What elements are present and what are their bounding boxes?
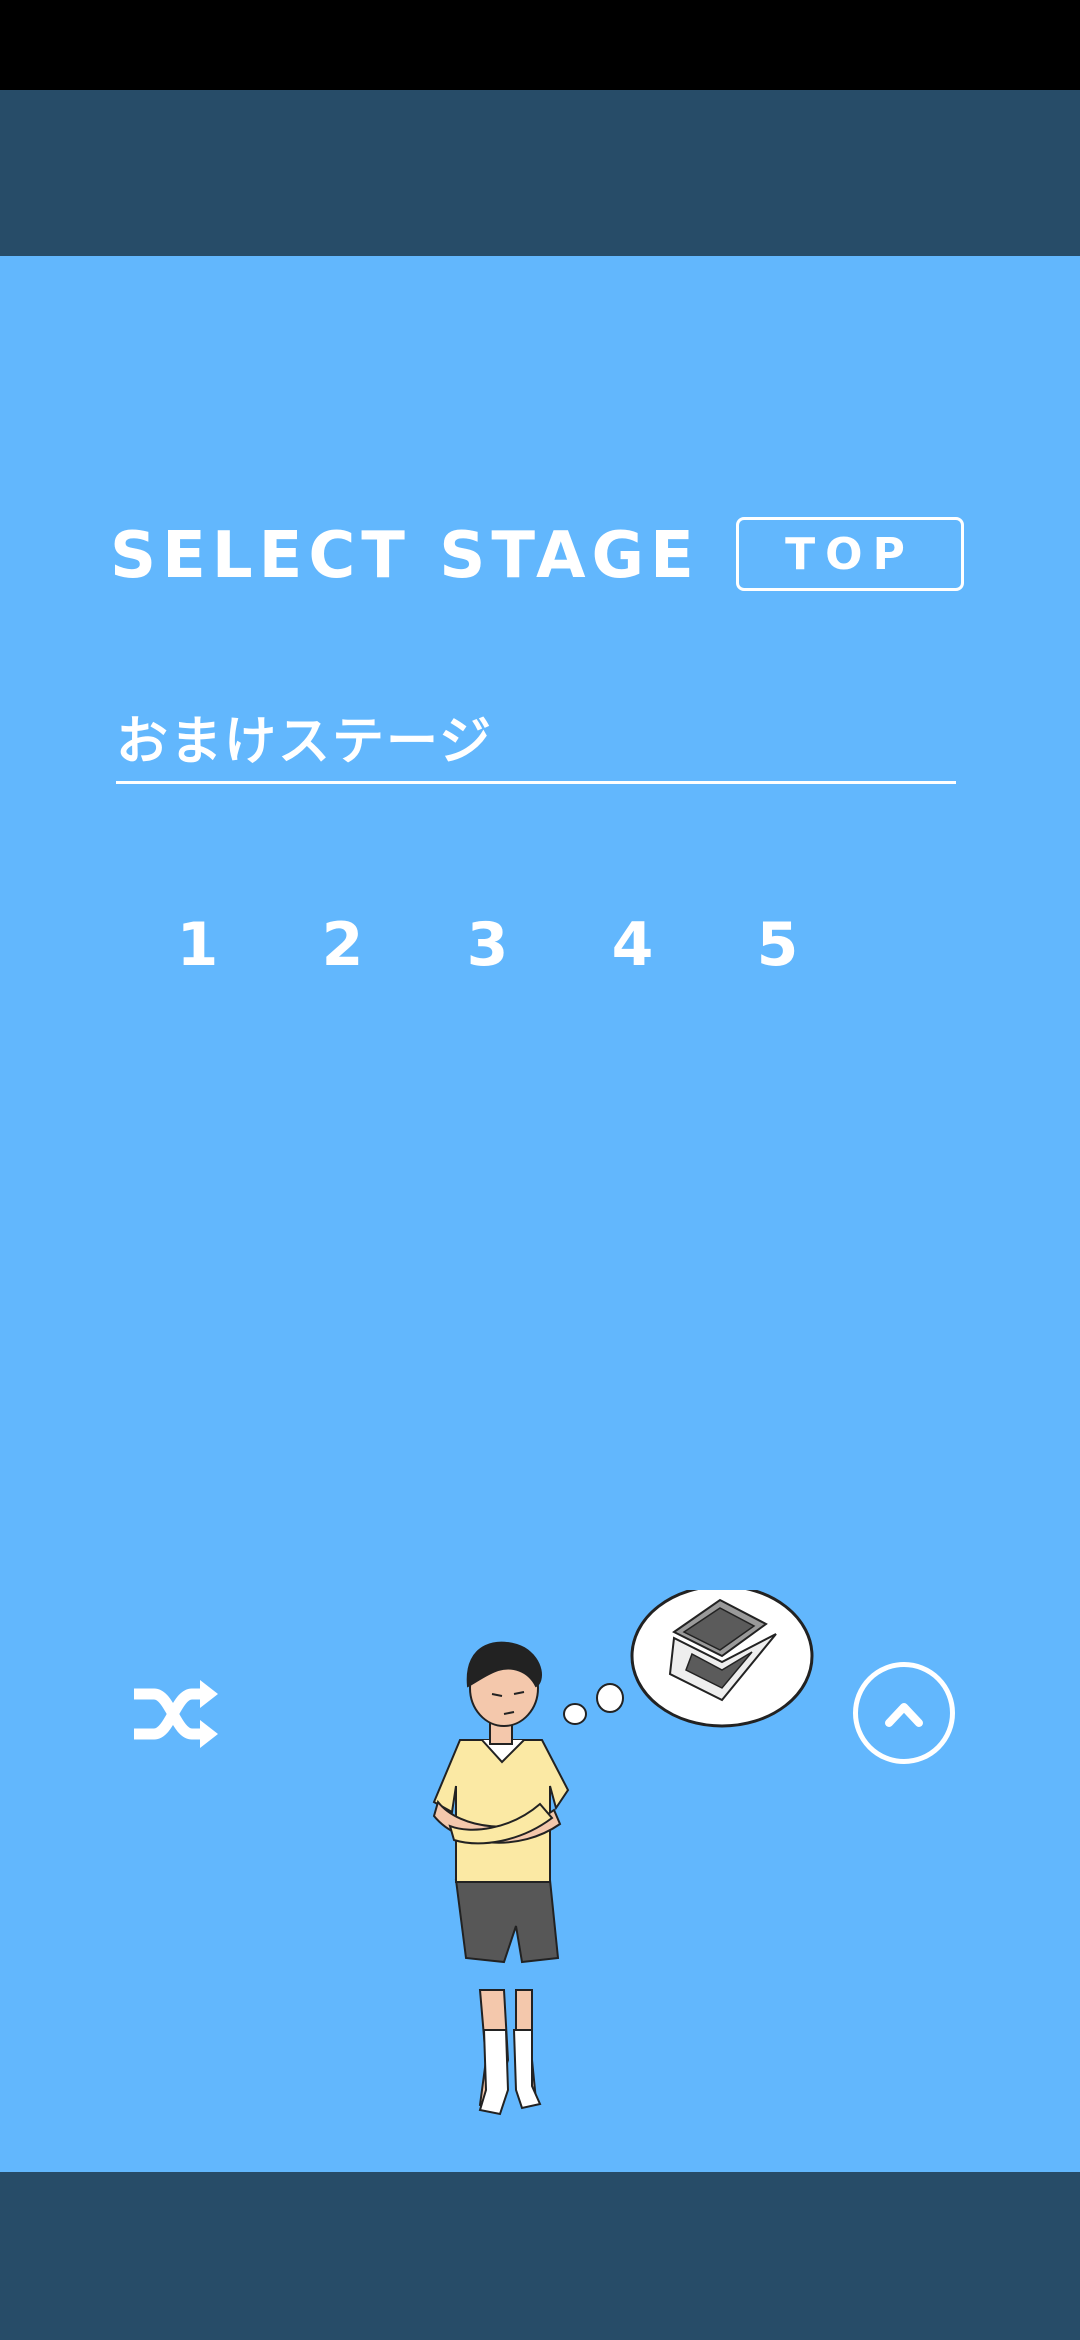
stage-button-3[interactable]: 3 [415,905,560,985]
boy-thinking-illustration [432,1590,814,2116]
shuffle-button[interactable] [130,1676,220,1752]
stage-button-5[interactable]: 5 [705,905,850,985]
top-ad-banner [0,90,1080,256]
top-button[interactable]: TOP [736,517,964,591]
stage-button-1[interactable]: 1 [125,905,270,985]
section-divider [116,781,956,784]
bottom-ad-banner [0,2172,1080,2340]
section-title: おまけステージ [116,712,493,772]
shuffle-icon [134,1680,218,1748]
stage-button-2[interactable]: 2 [270,905,415,985]
page-title: SELECT STAGE [110,519,700,593]
stage-list: 1 2 3 4 5 [125,905,850,985]
stage-button-4[interactable]: 4 [560,905,705,985]
status-bar [0,0,1080,90]
chevron-up-icon [885,1703,923,1727]
scroll-up-button[interactable] [853,1662,955,1764]
